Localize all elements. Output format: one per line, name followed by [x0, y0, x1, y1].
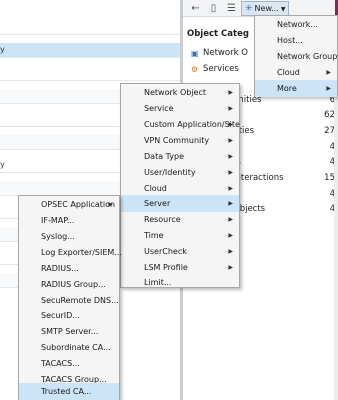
menu-item-syslog[interactable]: Syslog...	[19, 228, 119, 245]
table-cell: y	[0, 160, 5, 169]
menu-item-network-object[interactable]: Network Object ▶	[121, 84, 239, 101]
menu-item-radius[interactable]: RADIUS...	[19, 260, 119, 277]
submenu-arrow-icon: ▶	[228, 216, 233, 223]
new-object-menu: Network... Host... Network Group... Clou…	[254, 15, 338, 97]
category-count-row[interactable]: 4	[233, 142, 335, 154]
menu-item-service[interactable]: Service ▶	[121, 100, 239, 117]
submenu-arrow-icon: ▶	[228, 89, 233, 96]
submenu-arrow-icon: ▶	[108, 201, 113, 208]
table-row[interactable]	[0, 20, 180, 35]
network-icon: ▣	[191, 49, 199, 58]
menu-item-trusted-ca[interactable]: Trusted CA...	[19, 383, 119, 400]
menu-item-smtp-server[interactable]: SMTP Server...	[19, 323, 119, 340]
object-categories-title: Object Categ	[187, 29, 249, 39]
category-count-row[interactable]: tities 27	[233, 126, 335, 138]
menu-item-more[interactable]: More ▶	[255, 80, 337, 97]
submenu-arrow-icon: ▶	[228, 248, 233, 255]
menu-item-server[interactable]: Server ▶	[121, 195, 239, 212]
submenu-arrow-icon: ▶	[228, 200, 233, 207]
menu-item-user-identity[interactable]: User/Identity ▶	[121, 164, 239, 181]
services-icon: ⚙	[191, 65, 199, 74]
table-row[interactable]: y	[0, 43, 180, 58]
menu-item-limit[interactable]: Limit...	[121, 274, 239, 291]
new-object-button[interactable]: ✳ New... ▼	[241, 1, 289, 16]
submenu-arrow-icon: ▶	[228, 153, 233, 160]
category-count-row[interactable]: Objects 4	[233, 204, 335, 216]
menu-item-usercheck[interactable]: UserCheck ▶	[121, 243, 239, 260]
submenu-arrow-icon: ▶	[326, 85, 331, 92]
table-cell: y	[0, 45, 5, 54]
menu-item-network-group[interactable]: Network Group...	[255, 48, 338, 65]
submenu-arrow-icon: ▶	[326, 69, 331, 76]
menu-item-log-exporter[interactable]: Log Exporter/SIEM...	[19, 244, 122, 261]
category-label: Interactions	[233, 173, 284, 183]
new-star-icon: ✳	[245, 4, 253, 14]
server-submenu: OPSEC Application ▶ IF-MAP... Syslog... L…	[18, 195, 122, 400]
dropdown-caret-icon: ▼	[280, 6, 286, 13]
menu-item-time[interactable]: Time ▶	[121, 227, 239, 244]
menu-item-tacacs[interactable]: TACACS...	[19, 355, 119, 372]
menu-item-host[interactable]: Host...	[255, 32, 337, 49]
category-count-row[interactable]: Interactions 15	[233, 173, 335, 185]
category-count-row[interactable]: 4	[233, 189, 335, 201]
list-view-icon[interactable]: ☰	[225, 2, 238, 15]
submenu-arrow-icon: ▶	[228, 232, 233, 239]
menu-item-securid[interactable]: SecurID...	[19, 307, 119, 324]
submenu-arrow-icon: ▶	[228, 105, 233, 112]
menu-item-vpn-community[interactable]: VPN Community ▶	[121, 132, 239, 149]
category-count-row[interactable]: ts 4	[233, 157, 335, 169]
table-row[interactable]	[0, 66, 180, 81]
category-count-row[interactable]: 62	[233, 110, 335, 122]
new-button-label: New...	[254, 4, 279, 13]
menu-item-if-map[interactable]: IF-MAP...	[19, 212, 119, 229]
back-arrow-icon[interactable]: ←	[189, 2, 202, 15]
menu-item-network[interactable]: Network...	[255, 16, 337, 33]
menu-item-radius-group[interactable]: RADIUS Group...	[19, 276, 119, 293]
submenu-arrow-icon: ▶	[228, 121, 233, 128]
menu-item-data-type[interactable]: Data Type ▶	[121, 148, 239, 165]
category-services[interactable]: Services	[203, 64, 239, 74]
menu-item-opsec-application[interactable]: OPSEC Application ▶	[19, 196, 119, 213]
menu-item-subordinate-ca[interactable]: Subordinate CA...	[19, 339, 119, 356]
menu-item-resource[interactable]: Resource ▶	[121, 211, 239, 228]
more-submenu: Network Object ▶ Service ▶ Custom Applicat…	[120, 83, 240, 288]
submenu-arrow-icon: ▶	[228, 137, 233, 144]
category-network-objects[interactable]: Network O	[203, 48, 248, 58]
menu-item-cloud[interactable]: Cloud ▶	[255, 64, 337, 81]
submenu-arrow-icon: ▶	[228, 169, 233, 176]
expand-icon[interactable]: ▯	[207, 2, 220, 15]
menu-item-custom-application[interactable]: Custom Application/Site ▶	[121, 116, 240, 133]
